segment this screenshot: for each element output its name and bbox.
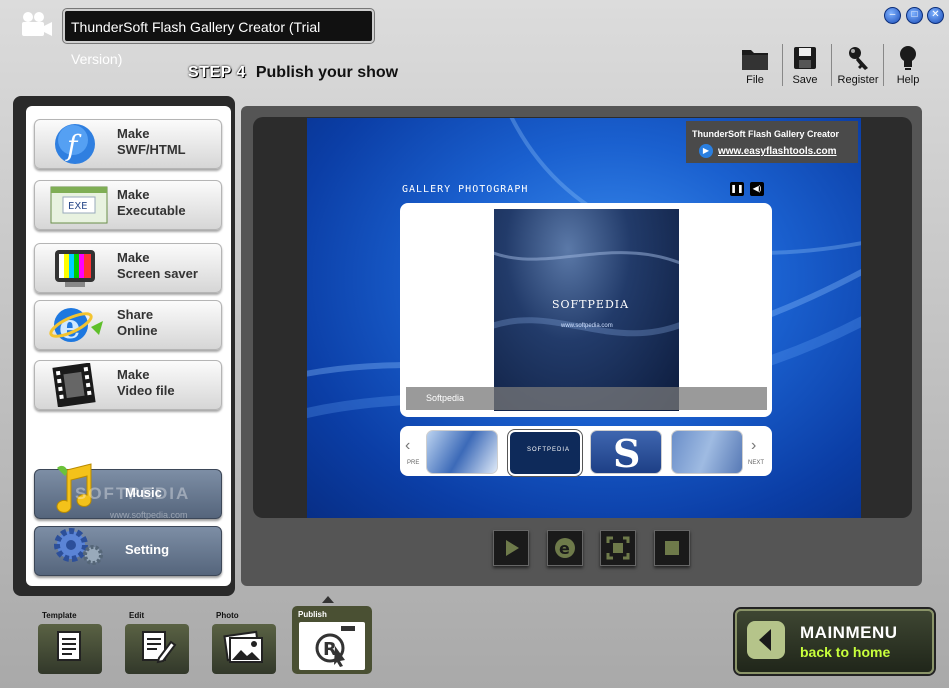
- tab-edit-label: Edit: [129, 611, 145, 620]
- make-swf-html-button[interactable]: f Make SWF/HTML: [34, 119, 222, 169]
- flash-icon: f: [49, 122, 99, 166]
- thumbnail[interactable]: SOFTPEDIA: [508, 430, 582, 476]
- app-window: ThunderSoft Flash Gallery Creator (Trial…: [0, 0, 949, 688]
- maximize-button[interactable]: □: [906, 7, 923, 24]
- tab-edit[interactable]: Edit: [125, 608, 197, 688]
- file-label: File: [746, 74, 764, 86]
- edit-icon: [125, 624, 189, 674]
- video-line1: Make: [117, 367, 150, 382]
- play-button[interactable]: [493, 530, 529, 566]
- svg-text:EXE: EXE: [68, 201, 88, 212]
- brand-play-icon: ▶: [699, 144, 713, 158]
- minimize-button[interactable]: –: [884, 7, 901, 24]
- step-heading: STEP 4 Publish your show: [188, 64, 398, 82]
- thumbnail[interactable]: [426, 430, 498, 474]
- play-icon: [506, 540, 519, 556]
- fullscreen-button[interactable]: [600, 530, 636, 566]
- exe-line2: Executable: [117, 203, 186, 218]
- active-tab-indicator: [322, 596, 334, 603]
- step-title: Publish your show: [255, 64, 399, 81]
- main-photo[interactable]: SOFTPEDIA www.softpedia.com: [494, 209, 679, 411]
- video-line2: Video file: [117, 383, 175, 398]
- main-menu-title: MAINMENU: [800, 623, 898, 642]
- camera-logo-icon: [18, 10, 54, 40]
- file-button[interactable]: File: [730, 44, 780, 88]
- pause-icon[interactable]: ❚❚: [730, 182, 744, 196]
- photo-brand: SOFTPEDIA: [552, 298, 630, 311]
- publish-icon: R: [299, 622, 365, 670]
- photo-caption: Softpedia: [406, 387, 767, 410]
- brand-url-link[interactable]: www.easyflashtools.com: [718, 146, 837, 157]
- gallery-title: GALLERY PHOTOGRAPH: [402, 184, 529, 195]
- setting-label: Setting: [125, 542, 170, 557]
- tab-publish-label: Publish: [298, 610, 327, 619]
- step-number: STEP 4: [188, 64, 246, 81]
- main-menu-subtitle: back to home: [800, 644, 891, 660]
- floppy-icon: [794, 47, 816, 69]
- bulb-icon: [900, 46, 916, 70]
- share-online-button[interactable]: e Share Online: [34, 300, 222, 350]
- ie-icon: e: [555, 538, 575, 558]
- exe-line1: Make: [117, 187, 150, 202]
- photo-icon: [212, 624, 276, 674]
- tab-publish[interactable]: Publish R: [292, 606, 372, 674]
- save-button[interactable]: Save: [780, 44, 830, 88]
- swf-line2: SWF/HTML: [117, 142, 186, 157]
- make-executable-button[interactable]: EXE Make Executable: [34, 180, 222, 230]
- internet-explorer-icon: e: [49, 303, 103, 347]
- document-icon: [38, 624, 102, 674]
- brand-box: ThunderSoft Flash Gallery Creator ▶ www.…: [686, 121, 858, 163]
- tab-template-label: Template: [42, 611, 77, 620]
- save-label: Save: [792, 74, 818, 86]
- help-button[interactable]: Help: [883, 44, 933, 88]
- open-in-browser-button[interactable]: e: [547, 530, 583, 566]
- brand-name: ThunderSoft Flash Gallery Creator: [692, 129, 840, 139]
- sound-icon[interactable]: ◀): [750, 182, 764, 196]
- tab-template[interactable]: Template: [38, 608, 110, 688]
- toolbar-separator: [831, 44, 832, 86]
- main-menu-button[interactable]: MAINMENU back to home: [735, 609, 934, 674]
- film-strip-icon: [49, 362, 99, 408]
- share-line1: Share: [117, 307, 154, 322]
- gears-icon: [54, 528, 103, 565]
- folder-icon: [742, 50, 768, 70]
- prev-arrow-icon[interactable]: ‹: [405, 437, 410, 455]
- register-button[interactable]: Register: [833, 44, 883, 88]
- thumbnail[interactable]: S: [590, 430, 662, 474]
- thumbnail[interactable]: [671, 430, 743, 474]
- svg-text:e: e: [559, 539, 570, 558]
- tab-photo-label: Photo: [216, 611, 239, 620]
- stop-button[interactable]: [654, 530, 690, 566]
- key-icon: [849, 47, 868, 70]
- swf-line1: Make: [117, 126, 150, 141]
- music-button[interactable]: Music SOFTPEDIA www.softpedia.com: [34, 463, 222, 520]
- thumb-s-letter: S: [613, 431, 641, 474]
- watermark-text: SOFTPEDIA: [75, 484, 191, 503]
- exe-window-icon: EXE: [49, 183, 108, 227]
- fullscreen-icon: [606, 536, 630, 560]
- make-screen-saver-button[interactable]: Make Screen saver: [34, 243, 222, 293]
- thumb-brand: SOFTPEDIA: [527, 447, 571, 453]
- help-label: Help: [896, 74, 920, 86]
- tv-color-bars-icon: [49, 246, 99, 290]
- svg-text:e: e: [59, 307, 81, 347]
- make-video-file-button[interactable]: Make Video file: [34, 360, 222, 410]
- setting-button[interactable]: Setting: [34, 526, 222, 576]
- watermark-url: www.softpedia.com: [110, 510, 188, 520]
- next-label: NEXT: [748, 460, 765, 466]
- register-label: Register: [837, 74, 879, 86]
- screensaver-line2: Screen saver: [117, 266, 198, 281]
- photo-url: www.softpedia.com: [561, 323, 613, 329]
- prev-label: PRE: [407, 460, 420, 466]
- close-button[interactable]: ✕: [927, 7, 944, 24]
- tab-photo[interactable]: Photo: [212, 608, 284, 688]
- back-arrow-icon: [747, 621, 785, 659]
- screensaver-line1: Make: [117, 250, 150, 265]
- window-title: ThunderSoft Flash Gallery Creator (Trial…: [63, 9, 374, 67]
- share-line2: Online: [117, 323, 158, 338]
- stop-icon: [665, 541, 679, 555]
- next-arrow-icon[interactable]: ›: [751, 437, 756, 455]
